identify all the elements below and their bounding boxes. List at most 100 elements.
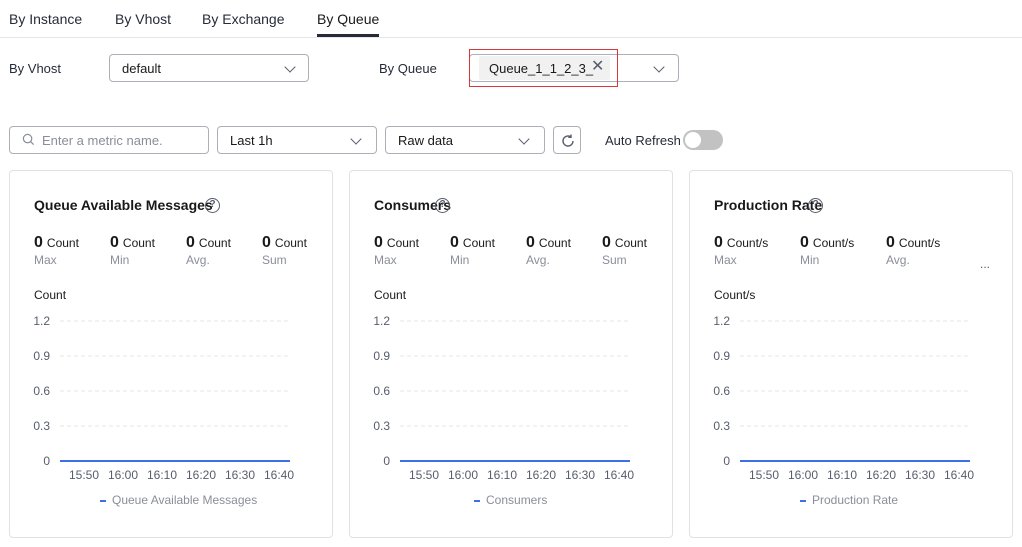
line-chart: Count/s 1.2 0.9 0.6 0.3 0 15:50 16:00 16:10 16:20… [713,288,974,482]
legend-swatch [800,499,806,502]
help-icon[interactable]: ? [205,198,220,213]
x-tick-label: 16:40 [944,468,974,482]
tab-by-queue[interactable]: By Queue [317,11,379,27]
x-tick-label: 16:20 [526,468,556,482]
stat-avg: 0 Count Avg. [186,234,231,267]
stats-overflow: ... [980,257,991,271]
stat-value: 0 [886,234,895,251]
y-tick-label: 0.9 [373,349,390,363]
dimension-tabs: By Instance By Vhost By Exchange By Queu… [0,0,1022,38]
x-tick-label: 16:00 [108,468,138,482]
x-tick-label: 16:40 [604,468,634,482]
stat-value: 0 [262,234,271,251]
stat-max: 0 Count Max [34,234,79,267]
y-axis-label: Count [374,288,407,302]
card-title: Queue Available Messages [34,197,213,213]
x-tick-label: 16:00 [788,468,818,482]
stat-label: Min [450,253,470,267]
search-icon [22,133,35,146]
stat-label: Avg. [526,253,550,267]
metric-search-input[interactable] [42,131,202,149]
tab-by-instance[interactable]: By Instance [9,11,82,27]
stat-unit: Count [198,236,231,250]
stat-value: 0 [526,234,535,251]
stat-label: Sum [262,253,287,267]
stat-unit: Count [46,236,79,250]
x-tick-label: 16:30 [225,468,255,482]
stat-avg: 0 Count Avg. [526,234,571,267]
help-icon[interactable]: ? [808,198,823,213]
y-tick-label: 0.3 [713,419,730,433]
stat-unit: Count/s [726,236,769,250]
chevron-down-icon [653,61,665,73]
vhost-filter-label: By Vhost [9,61,62,76]
refresh-button[interactable] [553,126,581,154]
chart-legend[interactable]: Consumers [474,493,547,507]
y-axis-label: Count/s [714,288,755,302]
legend-swatch [100,499,106,502]
y-tick-label: 0.3 [373,419,390,433]
line-chart: Count 1.2 0.9 0.6 0.3 0 15:50 16:00 16:10 16:20 16… [373,288,634,482]
stat-sum: 0 Count Sum [262,234,307,267]
x-tick-label: 16:10 [487,468,517,482]
stat-label: Avg. [886,253,910,267]
period-select[interactable]: Last 1h [217,126,377,154]
highlight-box [469,49,618,87]
stat-value: 0 [374,234,383,251]
y-tick-label: 1.2 [373,314,390,328]
chevron-down-icon [518,133,530,145]
tab-by-vhost[interactable]: By Vhost [115,11,171,27]
tab-by-exchange[interactable]: By Exchange [202,11,285,27]
chevron-down-icon [350,133,362,145]
stat-label: Max [34,253,57,267]
stat-label: Max [374,253,397,267]
period-select-value: Last 1h [230,133,273,148]
auto-refresh-label: Auto Refresh [605,133,681,148]
help-icon[interactable]: ? [435,198,450,213]
stat-unit: Count [462,236,495,250]
x-tick-label: 16:10 [147,468,177,482]
legend-label: Production Rate [812,493,899,507]
chevron-down-icon [284,61,296,73]
stat-value: 0 [450,234,459,251]
vhost-select[interactable]: default [109,54,309,82]
stat-value: 0 [186,234,195,251]
stat-value: 0 [34,234,43,251]
stat-min: 0 Count Min [450,234,495,267]
chart-legend[interactable]: Production Rate [800,493,898,507]
metric-card: Queue Available Messages? 0 Count Max 0 Count… [9,170,333,538]
stat-label: Min [800,253,820,267]
x-tick-label: 15:50 [749,468,779,482]
data-mode-select-value: Raw data [398,133,453,148]
stat-unit: Count [386,236,419,250]
card-title: Production Rate [714,197,823,213]
stat-min: 0 Count Min [110,234,155,267]
queue-filter-label: By Queue [379,61,437,76]
vhost-select-value: default [122,61,162,76]
data-mode-select[interactable]: Raw data [385,126,545,154]
x-tick-label: 16:10 [827,468,857,482]
y-tick-label: 0 [43,454,50,468]
stat-avg: 0 Count/s Avg. [886,234,940,267]
stat-sum: 0 Count Sum [602,234,647,267]
legend-swatch [474,499,480,502]
y-tick-label: 0.9 [713,349,730,363]
toggle-knob [685,132,701,148]
legend-label: Consumers [486,493,548,507]
auto-refresh-toggle[interactable] [683,130,723,150]
y-tick-label: 1.2 [33,314,50,328]
stat-unit: Count/s [898,236,941,250]
stat-label: Sum [602,253,627,267]
y-tick-label: 0.3 [33,419,50,433]
stat-unit: Count [614,236,647,250]
y-tick-label: 0.6 [33,384,50,398]
chart-legend[interactable]: Queue Available Messages [100,493,257,507]
stat-label: Avg. [186,253,210,267]
stat-max: 0 Count/s Max [714,234,768,267]
y-tick-label: 1.2 [713,314,730,328]
x-tick-label: 16:20 [866,468,896,482]
y-axis-label: Count [34,288,67,302]
x-tick-label: 16:00 [448,468,478,482]
stat-label: Min [110,253,130,267]
refresh-icon [562,134,574,147]
